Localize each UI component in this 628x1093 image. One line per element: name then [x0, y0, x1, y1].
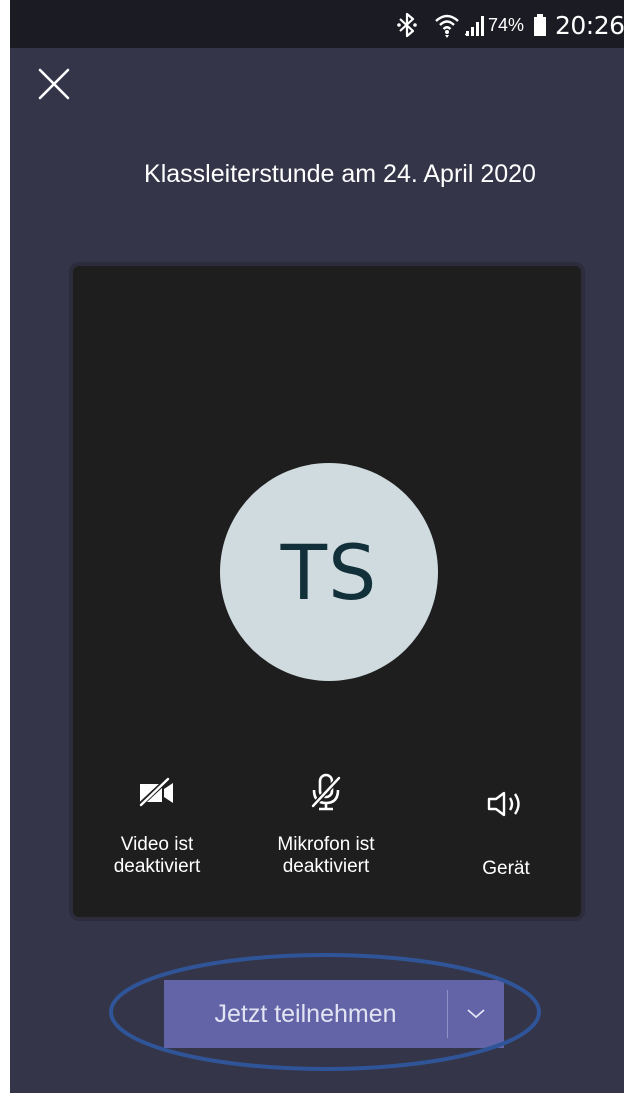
mic-toggle-button[interactable]: Mikrofon ist deaktiviert: [251, 772, 401, 878]
battery-percent: 74%: [488, 14, 525, 35]
join-now-button[interactable]: Jetzt teilnehmen: [164, 980, 447, 1048]
mic-label-line2: deaktiviert: [282, 856, 370, 877]
mic-label-line1: Mikrofon ist: [277, 834, 375, 855]
chevron-down-icon: [467, 1009, 485, 1019]
meeting-title: Klassleiterstunde am 24. April 2020: [144, 160, 536, 188]
status-bar: 74% 20:26: [10, 0, 624, 48]
mic-off-icon: [251, 772, 401, 812]
avatar: TS: [220, 463, 438, 681]
meeting-join-screen: 74% 20:26 Klassleiterstunde am 24. April…: [10, 0, 624, 1093]
join-options-dropdown[interactable]: [448, 980, 504, 1048]
video-label-line2: deaktiviert: [113, 856, 201, 877]
join-button-group: Jetzt teilnehmen: [164, 980, 504, 1048]
avatar-initials: TS: [280, 527, 378, 617]
video-toggle-button[interactable]: Video ist deaktiviert: [82, 772, 232, 878]
signal-icon: [465, 12, 487, 38]
device-label: Gerät: [482, 858, 530, 879]
video-label-line1: Video ist: [120, 834, 194, 855]
wifi-icon: [434, 12, 460, 38]
device-settings-button[interactable]: Gerät: [436, 772, 576, 880]
status-time: 20:26: [555, 10, 624, 40]
speaker-icon: [436, 784, 576, 824]
battery-icon: [533, 12, 547, 38]
close-button[interactable]: [36, 66, 72, 102]
bluetooth-icon: [396, 12, 418, 38]
close-icon: [38, 68, 70, 100]
camera-off-icon: [82, 772, 232, 812]
video-preview-card: TS Video ist deaktiviert Mikrofon ist de…: [73, 266, 581, 917]
